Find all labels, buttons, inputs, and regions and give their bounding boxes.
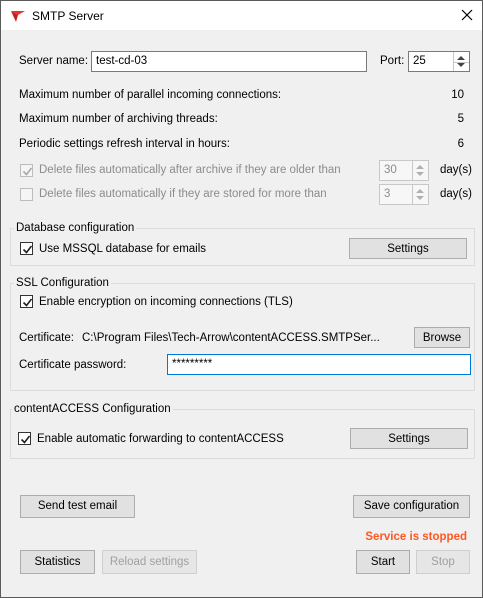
delete-older-label: Delete files automatically after archive…: [39, 164, 341, 176]
stop-button[interactable]: Stop: [416, 550, 470, 574]
ssl-config-title: SSL Configuration: [14, 277, 111, 289]
start-button[interactable]: Start: [356, 550, 410, 574]
enable-tls-checkbox[interactable]: [20, 295, 33, 308]
service-status-text: Service is stopped: [365, 531, 467, 543]
delete-stored-days-stepper[interactable]: 3: [379, 184, 429, 205]
max-connections-value: 10: [451, 89, 464, 101]
server-name-label: Server name:: [19, 55, 89, 67]
certificate-password-input[interactable]: *********: [167, 354, 471, 375]
title-bar: SMTP Server: [1, 1, 482, 30]
certificate-label: Certificate:: [19, 332, 74, 344]
port-spin-buttons[interactable]: [453, 52, 469, 71]
database-settings-button[interactable]: Settings: [349, 238, 467, 259]
delete-older-days-stepper[interactable]: 30: [379, 160, 429, 181]
port-stepper[interactable]: 25: [408, 51, 470, 72]
refresh-interval-label: Periodic settings refresh interval in ho…: [19, 138, 230, 150]
contentaccess-settings-button[interactable]: Settings: [350, 428, 468, 449]
delete-stored-label: Delete files automatically if they are s…: [39, 188, 327, 200]
app-logo-icon: [11, 11, 25, 22]
auto-forwarding-label: Enable automatic forwarding to contentAC…: [37, 433, 284, 445]
max-threads-label: Maximum number of archiving threads:: [19, 113, 218, 125]
statistics-button[interactable]: Statistics: [20, 550, 95, 574]
reload-settings-button[interactable]: Reload settings: [102, 550, 197, 574]
save-configuration-button[interactable]: Save configuration: [353, 495, 470, 518]
smtp-server-window: SMTP Server Server name: test-cd-03 Port…: [0, 0, 483, 598]
database-config-title: Database configuration: [14, 222, 137, 234]
refresh-interval-value: 6: [457, 138, 464, 150]
window-title: SMTP Server: [32, 9, 104, 23]
send-test-email-button[interactable]: Send test email: [20, 495, 135, 518]
browse-button[interactable]: Browse: [414, 327, 470, 348]
delete-older-checkbox[interactable]: [20, 164, 33, 177]
port-value: 25: [413, 55, 426, 67]
delete-older-days-value: 30: [384, 164, 397, 176]
certificate-path: C:\Program Files\Tech-Arrow\contentACCES…: [82, 332, 380, 344]
certificate-password-label: Certificate password:: [19, 359, 127, 371]
delete-stored-unit: day(s): [440, 188, 472, 200]
server-name-input[interactable]: test-cd-03: [91, 51, 367, 72]
contentaccess-config-title: contentACCESS Configuration: [12, 403, 173, 415]
close-icon[interactable]: [457, 5, 477, 25]
delete-stored-checkbox[interactable]: [20, 188, 33, 201]
use-mssql-checkbox[interactable]: [20, 242, 33, 255]
port-label: Port:: [380, 55, 405, 67]
spin-down-icon[interactable]: [457, 63, 465, 67]
delete-stored-days-value: 3: [384, 188, 391, 200]
auto-forwarding-checkbox[interactable]: [18, 432, 31, 445]
spin-up-icon[interactable]: [457, 56, 465, 60]
max-connections-label: Maximum number of parallel incoming conn…: [19, 89, 282, 101]
delete-older-unit: day(s): [440, 164, 472, 176]
enable-tls-label: Enable encryption on incoming connection…: [39, 296, 293, 308]
use-mssql-label: Use MSSQL database for emails: [39, 243, 207, 255]
max-threads-value: 5: [457, 113, 464, 125]
